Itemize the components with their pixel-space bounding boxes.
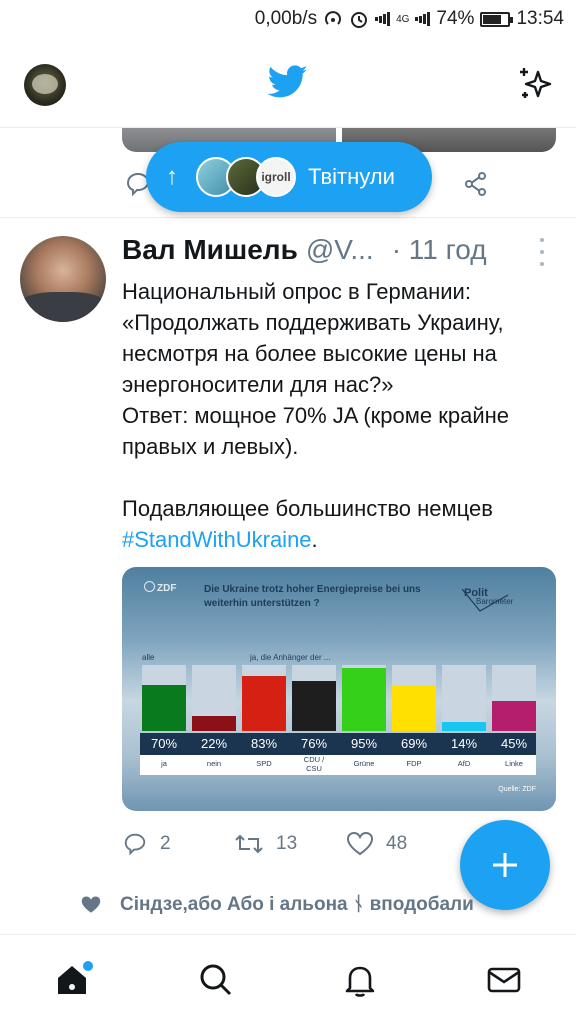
liked-by-row[interactable]: Сіндзе,або Або і альона ᚾ вподобали: [80, 890, 474, 920]
bar-track: [192, 665, 236, 731]
status-bar: 0,00b/s 4G 74% 13:54: [0, 0, 576, 38]
bar-cdu-csu: [292, 680, 336, 731]
nav-home[interactable]: [47, 955, 97, 1005]
nav-messages[interactable]: [479, 955, 529, 1005]
like-button[interactable]: 48: [346, 831, 458, 857]
network-speed: 0,00b/s: [254, 8, 318, 29]
share-icon[interactable]: [462, 170, 490, 198]
bar-nein: [192, 716, 236, 731]
bar-value-label: 14%: [450, 736, 478, 751]
bar-track: [392, 665, 436, 731]
plus-icon: [493, 853, 517, 877]
chart-image-card[interactable]: ZDF Die Ukraine trotz hoher Energiepreis…: [122, 567, 556, 811]
tweet-line: Ответ: мощное 70% JA (кроме крайне правы…: [122, 403, 510, 459]
category-label: CDU / CSU: [303, 755, 325, 773]
twitter-bird-icon[interactable]: [268, 64, 308, 100]
battery-icon: [480, 11, 514, 27]
reply-button[interactable]: 2: [122, 831, 234, 857]
tweet-actions: 2 13 48: [122, 826, 458, 862]
signal-icon: [375, 12, 391, 26]
bar-track: [492, 665, 536, 731]
pill-avatars: igroll: [196, 157, 296, 197]
bar-value-label: 76%: [300, 736, 328, 751]
avatar: igroll: [256, 157, 296, 197]
bar-track: [242, 665, 286, 731]
heart-filled-icon: [81, 896, 101, 913]
bar-value-label: 83%: [250, 736, 278, 751]
heart-icon: [346, 831, 374, 856]
bar-afd: [442, 721, 486, 731]
tweet-line: «Продолжать поддерживать Украину, несмот…: [122, 310, 504, 397]
tweet-line: Национальный опрос в Германии:: [122, 279, 471, 304]
category-label: ja: [161, 759, 167, 768]
retweet-button[interactable]: 13: [234, 831, 346, 857]
hotspot-icon: [323, 9, 343, 29]
arrow-up-icon: ↑: [166, 163, 178, 190]
bar-plot: 70% ja 22% nein 83% SPD 76% CDU / CSU 95% Grüne 69%…: [122, 567, 556, 811]
bar-value-label: 22%: [200, 736, 228, 751]
retweet-icon: [235, 834, 263, 854]
category-label: SPD: [256, 759, 272, 768]
category-label: nein: [206, 759, 222, 768]
pill-label: Твітнули: [308, 164, 395, 189]
category-label: AfD: [457, 759, 471, 768]
profile-avatar[interactable]: [24, 64, 66, 106]
tweet-line-hashtag: #StandWithUkraine.: [122, 524, 562, 555]
notification-dot: [83, 960, 93, 971]
category-label: Grüne: [353, 759, 375, 768]
bar-track: [142, 665, 186, 731]
retweet-count: 13: [276, 833, 298, 854]
bar-linke: [492, 701, 536, 731]
bar-value-label: 70%: [150, 736, 178, 751]
messages-icon: [487, 967, 521, 992]
nav-search[interactable]: [191, 955, 241, 1005]
bar-track: [292, 665, 336, 731]
like-count: 48: [386, 833, 408, 854]
tweet-header: Вал Мишель @V... · 11 год: [122, 230, 562, 270]
tweet-text: Национальный опрос в Германии: «Продолжа…: [122, 276, 562, 555]
network-type: 4G: [396, 13, 410, 25]
bottom-nav: [0, 935, 576, 1024]
bar-spd: [242, 676, 286, 731]
author-name[interactable]: Вал Мишель: [122, 234, 298, 266]
notifications-icon: [345, 966, 375, 997]
category-label: FDP: [406, 759, 422, 768]
nav-notifications[interactable]: [335, 955, 385, 1005]
category-label: Linke: [505, 759, 523, 768]
bar-fdp: [392, 685, 436, 731]
author-avatar[interactable]: [20, 236, 106, 322]
bar-value-label: 45%: [500, 736, 528, 751]
liked-by-text: Сіндзе,або Або і альона ᚾ вподобали: [120, 894, 474, 915]
bar-value-label: 69%: [400, 736, 428, 751]
alarm-icon: [349, 9, 369, 29]
bar-track: [342, 665, 386, 731]
search-icon: [200, 964, 232, 995]
bar-track: [442, 665, 486, 731]
battery-percent: 74%: [436, 8, 475, 29]
app-bar: [0, 38, 576, 128]
tweet-time[interactable]: · 11 год: [392, 234, 487, 266]
author-handle[interactable]: @V...: [306, 234, 374, 266]
reply-count: 2: [160, 833, 171, 854]
hashtag-link[interactable]: #StandWithUkraine: [122, 527, 312, 552]
more-options-icon[interactable]: [534, 238, 550, 266]
reply-icon: [124, 833, 146, 856]
chart-source: Quelle: ZDF: [498, 786, 536, 793]
new-tweets-pill[interactable]: ↑ igroll Твітнули: [146, 142, 432, 212]
bar-grüne: [342, 668, 386, 731]
divider: [0, 217, 576, 218]
tweet-line: Подавляющее большинство немцев: [122, 496, 493, 521]
bar-value-label: 95%: [350, 736, 378, 751]
signal-icon-2: [415, 12, 431, 26]
sparkle-icon[interactable]: [516, 64, 556, 104]
bar-ja: [142, 684, 186, 731]
tweet-trailing: .: [311, 527, 318, 552]
clock: 13:54: [516, 8, 564, 29]
